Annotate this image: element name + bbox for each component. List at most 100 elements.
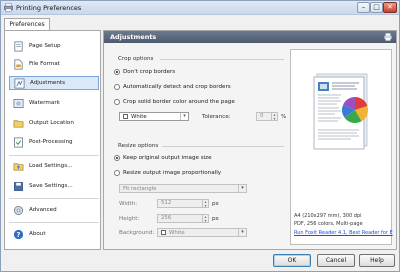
- select-value: White: [131, 113, 147, 120]
- window-title: Printing Preferences: [16, 4, 82, 12]
- radio-button[interactable]: [114, 84, 120, 90]
- chevron-down-icon: ▾: [238, 185, 246, 192]
- printer-app-icon: [4, 3, 13, 12]
- output-location-icon: [13, 119, 24, 127]
- sidebar-item-label: Page Setup: [29, 43, 61, 49]
- radio-keep-original[interactable]: Keep original output image size: [114, 155, 212, 161]
- resize-options-label: Resize options: [118, 143, 159, 149]
- panel-title: Adjustments: [110, 33, 157, 41]
- radio-resize-proportionally[interactable]: Resize output image proportionally: [114, 170, 221, 176]
- sidebar-item-load-settings[interactable]: Load Settings...: [9, 159, 99, 173]
- about-icon: ?: [13, 229, 24, 239]
- advanced-icon: [14, 205, 23, 215]
- maximize-button[interactable]: □: [370, 2, 383, 13]
- sidebar-item-about[interactable]: ? About: [9, 227, 99, 241]
- spin-arrows-icon[interactable]: ▴ ▾: [271, 113, 277, 120]
- title-bar[interactable]: Printing Preferences – □ ✕: [1, 1, 399, 15]
- radio-button[interactable]: [114, 69, 120, 75]
- spin-arrows-icon[interactable]: ▴ ▾: [202, 200, 208, 207]
- help-button[interactable]: Help: [359, 254, 395, 267]
- group-divider: [160, 59, 284, 60]
- printer-header-icon: [384, 33, 392, 41]
- document-preview-image: [313, 73, 369, 150]
- sidebar-item-post-processing[interactable]: Post-Processing: [9, 135, 99, 149]
- radio-label: Automatically detect and crop borders: [123, 84, 231, 90]
- sidebar-item-label: Save Settings...: [29, 183, 73, 189]
- sidebar-item-label: Adjustments: [30, 80, 66, 86]
- save-settings-icon: [14, 181, 23, 191]
- radio-button[interactable]: [114, 155, 120, 161]
- sidebar-item-page-setup[interactable]: Page Setup: [9, 39, 99, 53]
- radio-label: Crop solid border color around the page: [123, 99, 235, 105]
- stepper-value: 256: [161, 215, 172, 221]
- width-unit: px: [212, 201, 219, 207]
- sidebar-item-label: File Format: [29, 61, 60, 67]
- height-unit: px: [212, 216, 219, 222]
- sidebar-item-watermark[interactable]: Watermark: [9, 96, 99, 110]
- group-divider: [162, 146, 284, 147]
- tab-preferences[interactable]: Preferences: [4, 18, 50, 30]
- sidebar-divider: [9, 198, 99, 199]
- chevron-down-icon: ▾: [180, 113, 188, 120]
- ok-button[interactable]: OK: [273, 254, 311, 267]
- radio-label: Keep original output image size: [123, 155, 212, 161]
- select-value: White: [169, 229, 185, 236]
- radio-crop-solid[interactable]: Crop solid border color around the page: [114, 99, 235, 105]
- page-setup-icon: [14, 41, 23, 51]
- width-label: Width:: [119, 201, 138, 207]
- color-swatch: [161, 230, 166, 235]
- crop-options-label: Crop options: [118, 56, 154, 62]
- preview-page-info: A4 (210x297 mm), 300 dpi: [294, 213, 362, 219]
- background-label: Background:: [119, 230, 155, 236]
- sidebar-item-label: Load Settings...: [29, 163, 73, 169]
- select-value: Fit rectangle: [123, 185, 157, 192]
- stepper-value: 0: [260, 113, 264, 119]
- printing-preferences-window: Printing Preferences – □ ✕ Preferences P…: [0, 0, 400, 272]
- sidebar-item-advanced[interactable]: Advanced: [9, 203, 99, 217]
- minimize-button[interactable]: –: [357, 2, 370, 13]
- load-settings-icon: [13, 162, 24, 170]
- radio-label: Don't crop borders: [123, 69, 176, 75]
- radio-dont-crop[interactable]: Don't crop borders: [114, 69, 175, 75]
- sidebar-item-label: Output Location: [29, 120, 74, 126]
- background-color-select[interactable]: White ▾: [157, 228, 247, 237]
- sidebar-divider: [9, 155, 99, 156]
- fit-mode-select[interactable]: Fit rectangle ▾: [119, 184, 247, 193]
- run-reader-link[interactable]: Run Foxit Reader 4.1, Best Reader for E: [294, 230, 393, 236]
- tolerance-stepper[interactable]: 0 ▴ ▾: [256, 112, 278, 121]
- radio-button[interactable]: [114, 99, 120, 105]
- panel-header: Adjustments: [104, 31, 396, 43]
- sidebar-item-label: About: [29, 231, 46, 237]
- height-label: Height:: [119, 216, 140, 222]
- chevron-down-icon: ▾: [238, 229, 246, 236]
- post-processing-icon: [14, 137, 23, 147]
- sidebar-item-label: Watermark: [29, 100, 60, 106]
- color-swatch: [123, 114, 128, 119]
- cancel-button[interactable]: Cancel: [317, 254, 355, 267]
- sidebar: Page Setup File Format Adjustments Water…: [4, 30, 101, 250]
- sidebar-item-adjustments[interactable]: Adjustments: [9, 76, 99, 90]
- sidebar-item-file-format[interactable]: File Format: [9, 57, 99, 71]
- stepper-value: 512: [161, 200, 172, 206]
- file-format-icon: [14, 59, 23, 69]
- watermark-icon: [13, 98, 24, 108]
- sidebar-item-label: Post-Processing: [29, 139, 73, 145]
- radio-auto-detect[interactable]: Automatically detect and crop borders: [114, 84, 231, 90]
- close-button[interactable]: ✕: [383, 2, 397, 13]
- tolerance-unit: %: [281, 114, 287, 120]
- sidebar-item-save-settings[interactable]: Save Settings...: [9, 179, 99, 193]
- sidebar-item-label: Advanced: [29, 207, 57, 213]
- sidebar-item-output-location[interactable]: Output Location: [9, 116, 99, 130]
- output-preview: A4 (210x297 mm), 300 dpi PDF, 256 colors…: [290, 49, 393, 245]
- width-stepper[interactable]: 512 ▴ ▾: [157, 199, 209, 208]
- crop-color-select[interactable]: White ▾: [119, 112, 189, 121]
- spin-arrows-icon[interactable]: ▴ ▾: [202, 215, 208, 222]
- preview-format-info: PDF, 256 colors, Multi-page: [294, 221, 363, 227]
- sidebar-divider: [9, 222, 99, 223]
- height-stepper[interactable]: 256 ▴ ▾: [157, 214, 209, 223]
- radio-button[interactable]: [114, 170, 120, 176]
- adjustments-icon: [14, 78, 25, 88]
- radio-label: Resize output image proportionally: [123, 170, 222, 176]
- adjustments-panel: Adjustments Crop options Don't crop bord…: [103, 30, 397, 250]
- svg-text:?: ?: [17, 230, 21, 238]
